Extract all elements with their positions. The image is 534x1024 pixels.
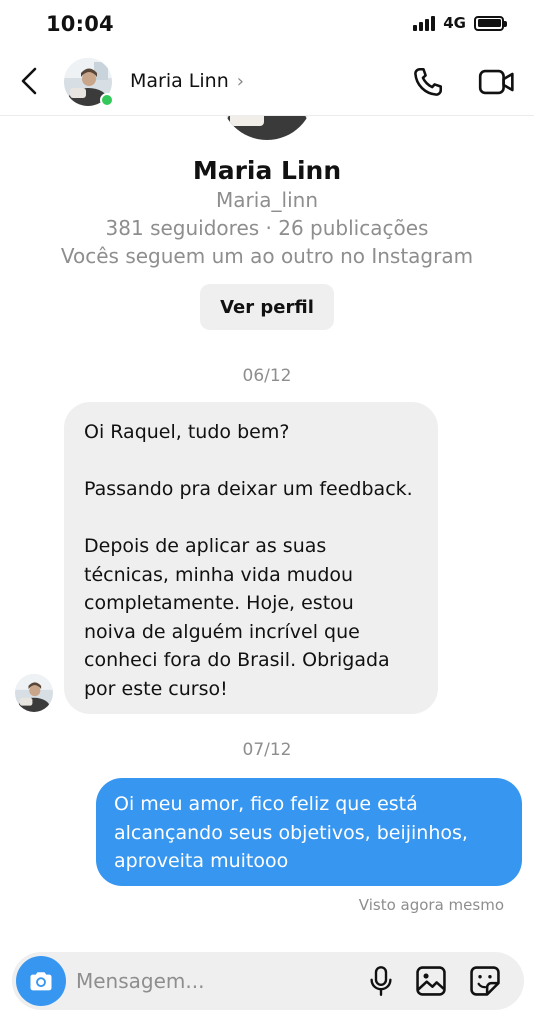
microphone-icon bbox=[370, 966, 392, 996]
sender-avatar[interactable] bbox=[15, 674, 53, 712]
chevron-right-icon: › bbox=[236, 70, 244, 92]
video-camera-icon bbox=[478, 69, 514, 95]
sticker-button[interactable] bbox=[468, 964, 502, 998]
back-arrow-icon bbox=[21, 67, 37, 95]
avatar-photo bbox=[15, 674, 53, 712]
message-line: aproveita muitooo bbox=[114, 850, 289, 872]
message-line: Depois de aplicar as suas bbox=[84, 535, 327, 557]
status-indicators: 4G bbox=[413, 14, 507, 32]
message-line: técnicas, minha vida mudou bbox=[84, 563, 354, 586]
profile-stats: 381 seguidores · 26 publicações bbox=[105, 216, 429, 240]
chat-header: Maria Linn › bbox=[0, 50, 534, 116]
date-separator: 06/12 bbox=[242, 366, 292, 386]
message-line: completamente. Hoje, estou bbox=[84, 592, 354, 614]
message-line: Oi Raquel, tudo bem? bbox=[84, 421, 290, 443]
signal-icon bbox=[413, 15, 436, 31]
camera-button[interactable] bbox=[16, 956, 66, 1006]
view-profile-button[interactable]: Ver perfil bbox=[200, 284, 334, 330]
voice-message-button[interactable] bbox=[366, 964, 396, 998]
contact-name: Maria Linn bbox=[130, 70, 229, 92]
call-button[interactable] bbox=[410, 64, 446, 100]
outgoing-message-bubble[interactable]: Oi meu amor, fico feliz que está alcança… bbox=[96, 778, 522, 886]
video-call-button[interactable] bbox=[478, 64, 516, 100]
profile-name: Maria Linn bbox=[192, 156, 342, 185]
back-button[interactable] bbox=[14, 64, 44, 98]
message-line: noiva de alguém incrível que bbox=[84, 620, 360, 643]
profile-username: Maria_linn bbox=[215, 188, 318, 212]
message-composer bbox=[12, 952, 524, 1010]
seen-status: Visto agora mesmo bbox=[358, 896, 504, 914]
message-line: Oi meu amor, fico feliz que está bbox=[114, 793, 418, 815]
gallery-button[interactable] bbox=[414, 964, 448, 998]
camera-icon bbox=[30, 972, 52, 991]
phone-icon bbox=[414, 67, 443, 96]
incoming-message-bubble[interactable]: Oi Raquel, tudo bem? Passando pra deixar… bbox=[64, 402, 438, 714]
mutual-follow-note: Vocês seguem um ao outro no Instagram bbox=[60, 244, 474, 268]
status-bar: 10:04 4G bbox=[0, 0, 534, 50]
online-status-dot bbox=[100, 93, 114, 107]
date-separator: 07/12 bbox=[242, 740, 292, 760]
status-time: 10:04 bbox=[46, 12, 114, 36]
message-line: Passando pra deixar um feedback. bbox=[84, 478, 413, 500]
message-input[interactable] bbox=[76, 966, 356, 996]
gallery-icon bbox=[416, 966, 446, 996]
message-line: alcançando seus objetivos, beijinhos, bbox=[114, 821, 468, 844]
message-line: por este curso! bbox=[84, 677, 228, 700]
contact-name-link[interactable]: Maria Linn › bbox=[130, 70, 244, 92]
network-label: 4G bbox=[443, 14, 466, 32]
sticker-icon bbox=[470, 966, 500, 996]
dm-screen: 10:04 4G Maria Linn › Maria Linn Maria_l… bbox=[0, 0, 534, 1024]
message-line: conheci fora do Brasil. Obrigada bbox=[84, 649, 390, 671]
battery-icon bbox=[474, 15, 507, 31]
contact-avatar[interactable] bbox=[64, 58, 114, 107]
